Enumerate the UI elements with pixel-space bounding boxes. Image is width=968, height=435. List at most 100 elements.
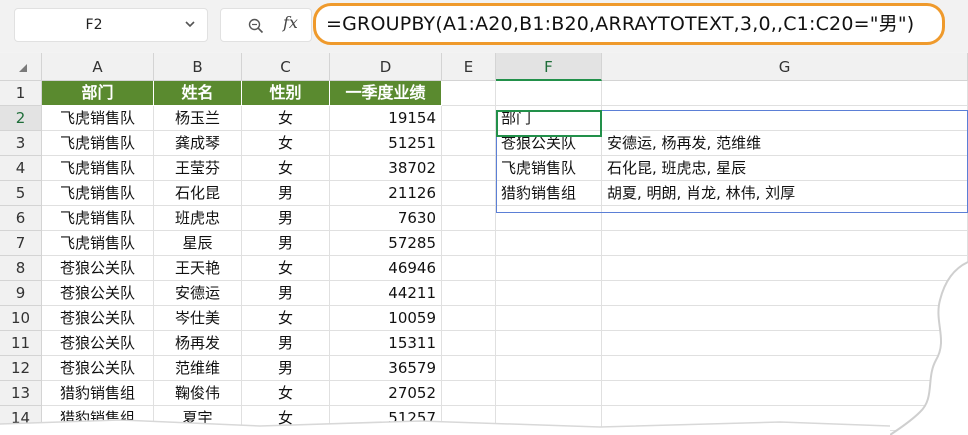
table-cell[interactable]: 19154 — [330, 106, 442, 131]
table-cell[interactable]: 男 — [242, 281, 330, 306]
table-cell[interactable]: 46946 — [330, 256, 442, 281]
cell[interactable] — [442, 81, 496, 106]
table-cell[interactable]: 女 — [242, 381, 330, 406]
cell[interactable] — [496, 281, 602, 306]
result-value-cell[interactable]: 胡夏, 明朗, 肖龙, 林伟, 刘厚 — [602, 181, 968, 206]
row-header-11[interactable]: 11 — [0, 331, 42, 356]
cell[interactable] — [496, 381, 602, 406]
table-cell[interactable]: 女 — [242, 306, 330, 331]
table-cell[interactable]: 王莹芬 — [154, 156, 242, 181]
cell[interactable] — [602, 306, 968, 331]
column-header-a[interactable]: A — [42, 53, 154, 81]
row-header-6[interactable]: 6 — [0, 206, 42, 231]
table-cell[interactable]: 44211 — [330, 281, 442, 306]
cell[interactable] — [442, 131, 496, 156]
cell[interactable] — [602, 81, 968, 106]
cell[interactable] — [442, 231, 496, 256]
column-header-f[interactable]: F — [496, 53, 602, 81]
row-header-9[interactable]: 9 — [0, 281, 42, 306]
cell[interactable] — [496, 206, 602, 231]
cell[interactable] — [442, 181, 496, 206]
table-cell[interactable]: 女 — [242, 106, 330, 131]
row-header-3[interactable]: 3 — [0, 131, 42, 156]
table-cell[interactable]: 27052 — [330, 381, 442, 406]
formula-input[interactable]: =GROUPBY(A1:A20,B1:B20,ARRAYTOTEXT,3,0,,… — [313, 3, 945, 45]
table-cell[interactable]: 杨玉兰 — [154, 106, 242, 131]
fx-icon[interactable]: fx — [283, 13, 298, 32]
select-all-corner[interactable] — [0, 53, 42, 81]
chevron-down-icon[interactable] — [181, 15, 199, 33]
column-header-d[interactable]: D — [330, 53, 442, 81]
table-cell[interactable]: 飞虎销售队 — [42, 106, 154, 131]
cell[interactable] — [442, 206, 496, 231]
table-cell[interactable]: 王天艳 — [154, 256, 242, 281]
table-header-cell[interactable]: 一季度业绩 — [330, 81, 442, 106]
table-cell[interactable]: 安德运 — [154, 281, 242, 306]
table-cell[interactable]: 班虎忠 — [154, 206, 242, 231]
table-cell[interactable]: 女 — [242, 156, 330, 181]
cell[interactable] — [442, 281, 496, 306]
table-cell[interactable]: 龚成琴 — [154, 131, 242, 156]
result-key-cell[interactable]: 苍狼公关队 — [496, 131, 602, 156]
table-cell[interactable]: 星辰 — [154, 231, 242, 256]
table-cell[interactable]: 7630 — [330, 206, 442, 231]
cell[interactable] — [602, 206, 968, 231]
cell[interactable] — [496, 306, 602, 331]
row-header-14[interactable]: 14 — [0, 406, 42, 431]
table-cell[interactable]: 57285 — [330, 231, 442, 256]
table-cell[interactable]: 飞虎销售队 — [42, 181, 154, 206]
row-header-5[interactable]: 5 — [0, 181, 42, 206]
cell[interactable] — [602, 256, 968, 281]
table-cell[interactable]: 38702 — [330, 156, 442, 181]
cell[interactable] — [496, 81, 602, 106]
table-cell[interactable]: 猎豹销售组 — [42, 406, 154, 431]
result-key-cell[interactable]: 猎豹销售组 — [496, 181, 602, 206]
zoom-icon[interactable] — [247, 17, 265, 35]
table-header-cell[interactable]: 性别 — [242, 81, 330, 106]
table-cell[interactable]: 女 — [242, 256, 330, 281]
cell[interactable] — [602, 381, 968, 406]
table-cell[interactable]: 男 — [242, 181, 330, 206]
result-value-cell[interactable]: 石化昆, 班虎忠, 星辰 — [602, 156, 968, 181]
cell[interactable] — [442, 381, 496, 406]
row-header-4[interactable]: 4 — [0, 156, 42, 181]
cell[interactable] — [602, 356, 968, 381]
table-cell[interactable]: 36579 — [330, 356, 442, 381]
table-cell[interactable]: 女 — [242, 406, 330, 431]
table-cell[interactable]: 苍狼公关队 — [42, 256, 154, 281]
table-cell[interactable]: 男 — [242, 231, 330, 256]
table-cell[interactable]: 夏宇 — [154, 406, 242, 431]
table-cell[interactable]: 杨再发 — [154, 331, 242, 356]
cell[interactable] — [442, 331, 496, 356]
cell[interactable] — [602, 281, 968, 306]
cell[interactable] — [442, 356, 496, 381]
table-cell[interactable]: 男 — [242, 206, 330, 231]
table-cell[interactable]: 猎豹销售组 — [42, 381, 154, 406]
cell[interactable] — [496, 331, 602, 356]
cell[interactable] — [602, 406, 968, 431]
table-cell[interactable]: 岑仕美 — [154, 306, 242, 331]
cell[interactable] — [442, 156, 496, 181]
table-cell[interactable]: 飞虎销售队 — [42, 131, 154, 156]
table-cell[interactable]: 飞虎销售队 — [42, 206, 154, 231]
result-value-cell[interactable]: 安德运, 杨再发, 范维维 — [602, 131, 968, 156]
table-cell[interactable]: 苍狼公关队 — [42, 281, 154, 306]
table-cell[interactable]: 飞虎销售队 — [42, 156, 154, 181]
cell[interactable] — [496, 406, 602, 431]
result-value-cell[interactable] — [602, 106, 968, 131]
table-cell[interactable]: 10059 — [330, 306, 442, 331]
row-header-1[interactable]: 1 — [0, 81, 42, 106]
table-cell[interactable]: 石化昆 — [154, 181, 242, 206]
cell[interactable] — [602, 231, 968, 256]
table-cell[interactable]: 苍狼公关队 — [42, 356, 154, 381]
table-cell[interactable]: 51257 — [330, 406, 442, 431]
row-header-2[interactable]: 2 — [0, 106, 42, 131]
table-cell[interactable]: 飞虎销售队 — [42, 231, 154, 256]
column-header-g[interactable]: G — [602, 53, 968, 81]
result-key-cell[interactable]: 飞虎销售队 — [496, 156, 602, 181]
column-header-c[interactable]: C — [242, 53, 330, 81]
table-header-cell[interactable]: 姓名 — [154, 81, 242, 106]
row-header-12[interactable]: 12 — [0, 356, 42, 381]
cell[interactable] — [496, 256, 602, 281]
table-cell[interactable]: 15311 — [330, 331, 442, 356]
